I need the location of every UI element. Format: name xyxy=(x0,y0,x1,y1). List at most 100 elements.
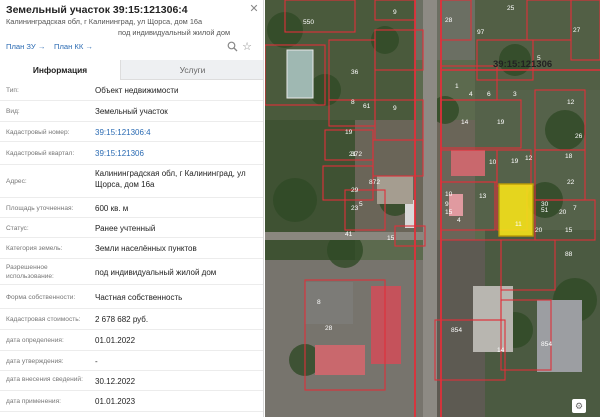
plot-number-label: 854 xyxy=(541,341,552,348)
plot-number-label: 23 xyxy=(351,205,359,212)
plot-number-label: 15 xyxy=(387,235,395,242)
info-row-value: Калининградская обл, г Калининград, ул Щ… xyxy=(95,169,246,189)
info-row: Тип: Объект недвижимости xyxy=(0,80,263,101)
selected-plot[interactable] xyxy=(498,183,534,237)
plot-number-label: 1 xyxy=(455,83,459,90)
info-row-value: под индивидуальный жилой дом xyxy=(95,267,217,277)
plot-number-label: 26 xyxy=(575,133,583,140)
plot-number-label: 4 xyxy=(457,217,461,224)
plot-number-label: 10 xyxy=(445,191,453,198)
info-row: Статус: Ранее учтенный xyxy=(0,218,263,238)
cadastral-quarter-label: 39:15:121306 xyxy=(493,59,552,70)
info-row-label: дата утверждения: xyxy=(6,357,64,365)
plot-number-label: 25 xyxy=(507,5,515,12)
plot-number-label: 372 xyxy=(351,151,362,158)
info-row-label: дата определения: xyxy=(6,337,64,344)
plot-number-label: 5 xyxy=(537,55,541,62)
info-row-label: Тип: xyxy=(6,87,19,94)
info-row-label: Статус: xyxy=(6,224,29,232)
info-row-value: 2 678 682 руб. xyxy=(95,315,149,324)
info-row: дата внесения сведений: 30.12.2022 xyxy=(0,371,263,391)
plot-number-label: 10 xyxy=(489,159,497,166)
info-row: Кадастровый номер: 39:15:121306:4 xyxy=(0,122,263,142)
plot-number-label: 8 xyxy=(317,299,321,306)
info-row-label: Площадь уточненная: xyxy=(6,204,74,212)
plot-number-label: 854 xyxy=(451,327,462,334)
info-row-label: Категория земель: xyxy=(6,245,63,252)
plot-number-label: 61 xyxy=(363,103,371,110)
plot-number-label: 20 xyxy=(535,227,543,234)
plot-number-label: 872 xyxy=(369,179,380,186)
plot-number-label: 36 xyxy=(351,69,359,76)
info-row-label: Вид: xyxy=(6,108,20,115)
info-row: дата определения: 01.01.2022 xyxy=(0,330,263,351)
building-roof xyxy=(405,200,415,228)
plot-number-label: 12 xyxy=(567,99,575,106)
plot-number-label: 15 xyxy=(565,227,573,234)
info-row-label: Кадастровая стоимость: xyxy=(6,316,81,323)
object-address: Калининградская обл, г Калининград, ул Щ… xyxy=(6,17,203,26)
info-row-value[interactable]: 39:15:121306 xyxy=(95,148,260,159)
plot-number-label: 7 xyxy=(573,205,577,212)
info-row: Разрешенное использование: под индивидуал… xyxy=(0,259,263,285)
close-icon[interactable]: ✕ xyxy=(248,3,260,15)
info-row-value[interactable]: 39:15:121306:4 xyxy=(95,127,260,138)
building-roof xyxy=(537,300,582,372)
tab-info[interactable]: Информация xyxy=(0,60,120,80)
info-row-label: Разрешенное использование: xyxy=(6,264,54,280)
search-icon[interactable] xyxy=(226,41,238,53)
building-roof xyxy=(315,345,365,375)
info-row-label: Кадастровый квартал: xyxy=(6,150,75,157)
plot-number-label: 41 xyxy=(345,231,353,238)
cadastral-map[interactable]: 39:15:121306 550 9 97 25 28 27 5 1 4 6 3 36 61 8 9 19 14 1… xyxy=(265,0,600,417)
info-row-value: - xyxy=(95,356,98,366)
plot-number-label: 3 xyxy=(513,91,517,98)
map-settings-icon[interactable]: ⚙ xyxy=(572,399,586,413)
plot-number-label: 11 xyxy=(515,221,522,228)
tab-services[interactable]: Услуги xyxy=(120,60,263,80)
plot-number-label: 4 xyxy=(469,91,473,98)
plot-number-label: 550 xyxy=(303,19,314,26)
building-roof xyxy=(305,282,353,324)
info-row: Форма собственности: Частная собственност… xyxy=(0,285,263,309)
plot-number-label: 5 xyxy=(359,201,363,208)
info-row: Площадь уточненная: 600 кв. м xyxy=(0,198,263,218)
terrain-patch xyxy=(475,0,600,90)
building-roof xyxy=(473,286,513,352)
map-canvas[interactable]: 39:15:121306550997252827514 6 336618919141… xyxy=(265,0,600,417)
info-row-value: 600 кв. м xyxy=(95,203,129,213)
info-row: дата утверждения: - xyxy=(0,351,263,371)
plot-number-label: 9 xyxy=(393,105,397,112)
info-row-value: 01.01.2023 xyxy=(95,397,136,406)
sports-field xyxy=(286,49,314,99)
info-row-label: Форма собственности: xyxy=(6,293,76,301)
plot-number-label: 28 xyxy=(325,325,333,332)
plot-number-label: 19 xyxy=(497,119,505,126)
plot-number-label: 14 xyxy=(497,347,505,354)
star-icon[interactable]: ☆ xyxy=(241,41,253,53)
plot-number-label: 6 xyxy=(487,91,491,98)
info-row-value: Частная собственность xyxy=(95,292,183,302)
tree-canopy xyxy=(545,110,585,150)
building-roof xyxy=(371,286,401,364)
tree-canopy xyxy=(273,178,317,222)
plot-number-label: 15 xyxy=(445,209,453,216)
plot-number-label: 51 xyxy=(541,207,549,214)
plot-number-label: 9 xyxy=(445,201,449,208)
plot-number-label: 14 xyxy=(461,119,469,126)
info-row-value: Земли населённых пунктов xyxy=(95,244,197,253)
building-roof xyxy=(451,150,485,176)
plot-number-label: 19 xyxy=(345,129,353,136)
plot-number-label: 12 xyxy=(525,155,533,162)
plot-number-label: 28 xyxy=(445,17,453,24)
plot-number-label: 22 xyxy=(567,179,575,186)
info-row: Адрес: Калининградская обл, г Калининград… xyxy=(0,165,263,198)
info-row-label: дата применения: xyxy=(6,398,61,405)
object-use: под индивидуальный жилой дом xyxy=(118,28,231,37)
info-row-label: Адрес: xyxy=(6,178,27,185)
plan-kk-link[interactable]: План КК → xyxy=(54,42,93,51)
plan-zu-link[interactable]: План ЗУ → xyxy=(6,42,45,51)
info-row-value: Объект недвижимости xyxy=(95,86,179,95)
info-row: Кадастровый квартал: 39:15:121306 xyxy=(0,142,263,165)
plot-number-label: 19 xyxy=(511,158,519,165)
